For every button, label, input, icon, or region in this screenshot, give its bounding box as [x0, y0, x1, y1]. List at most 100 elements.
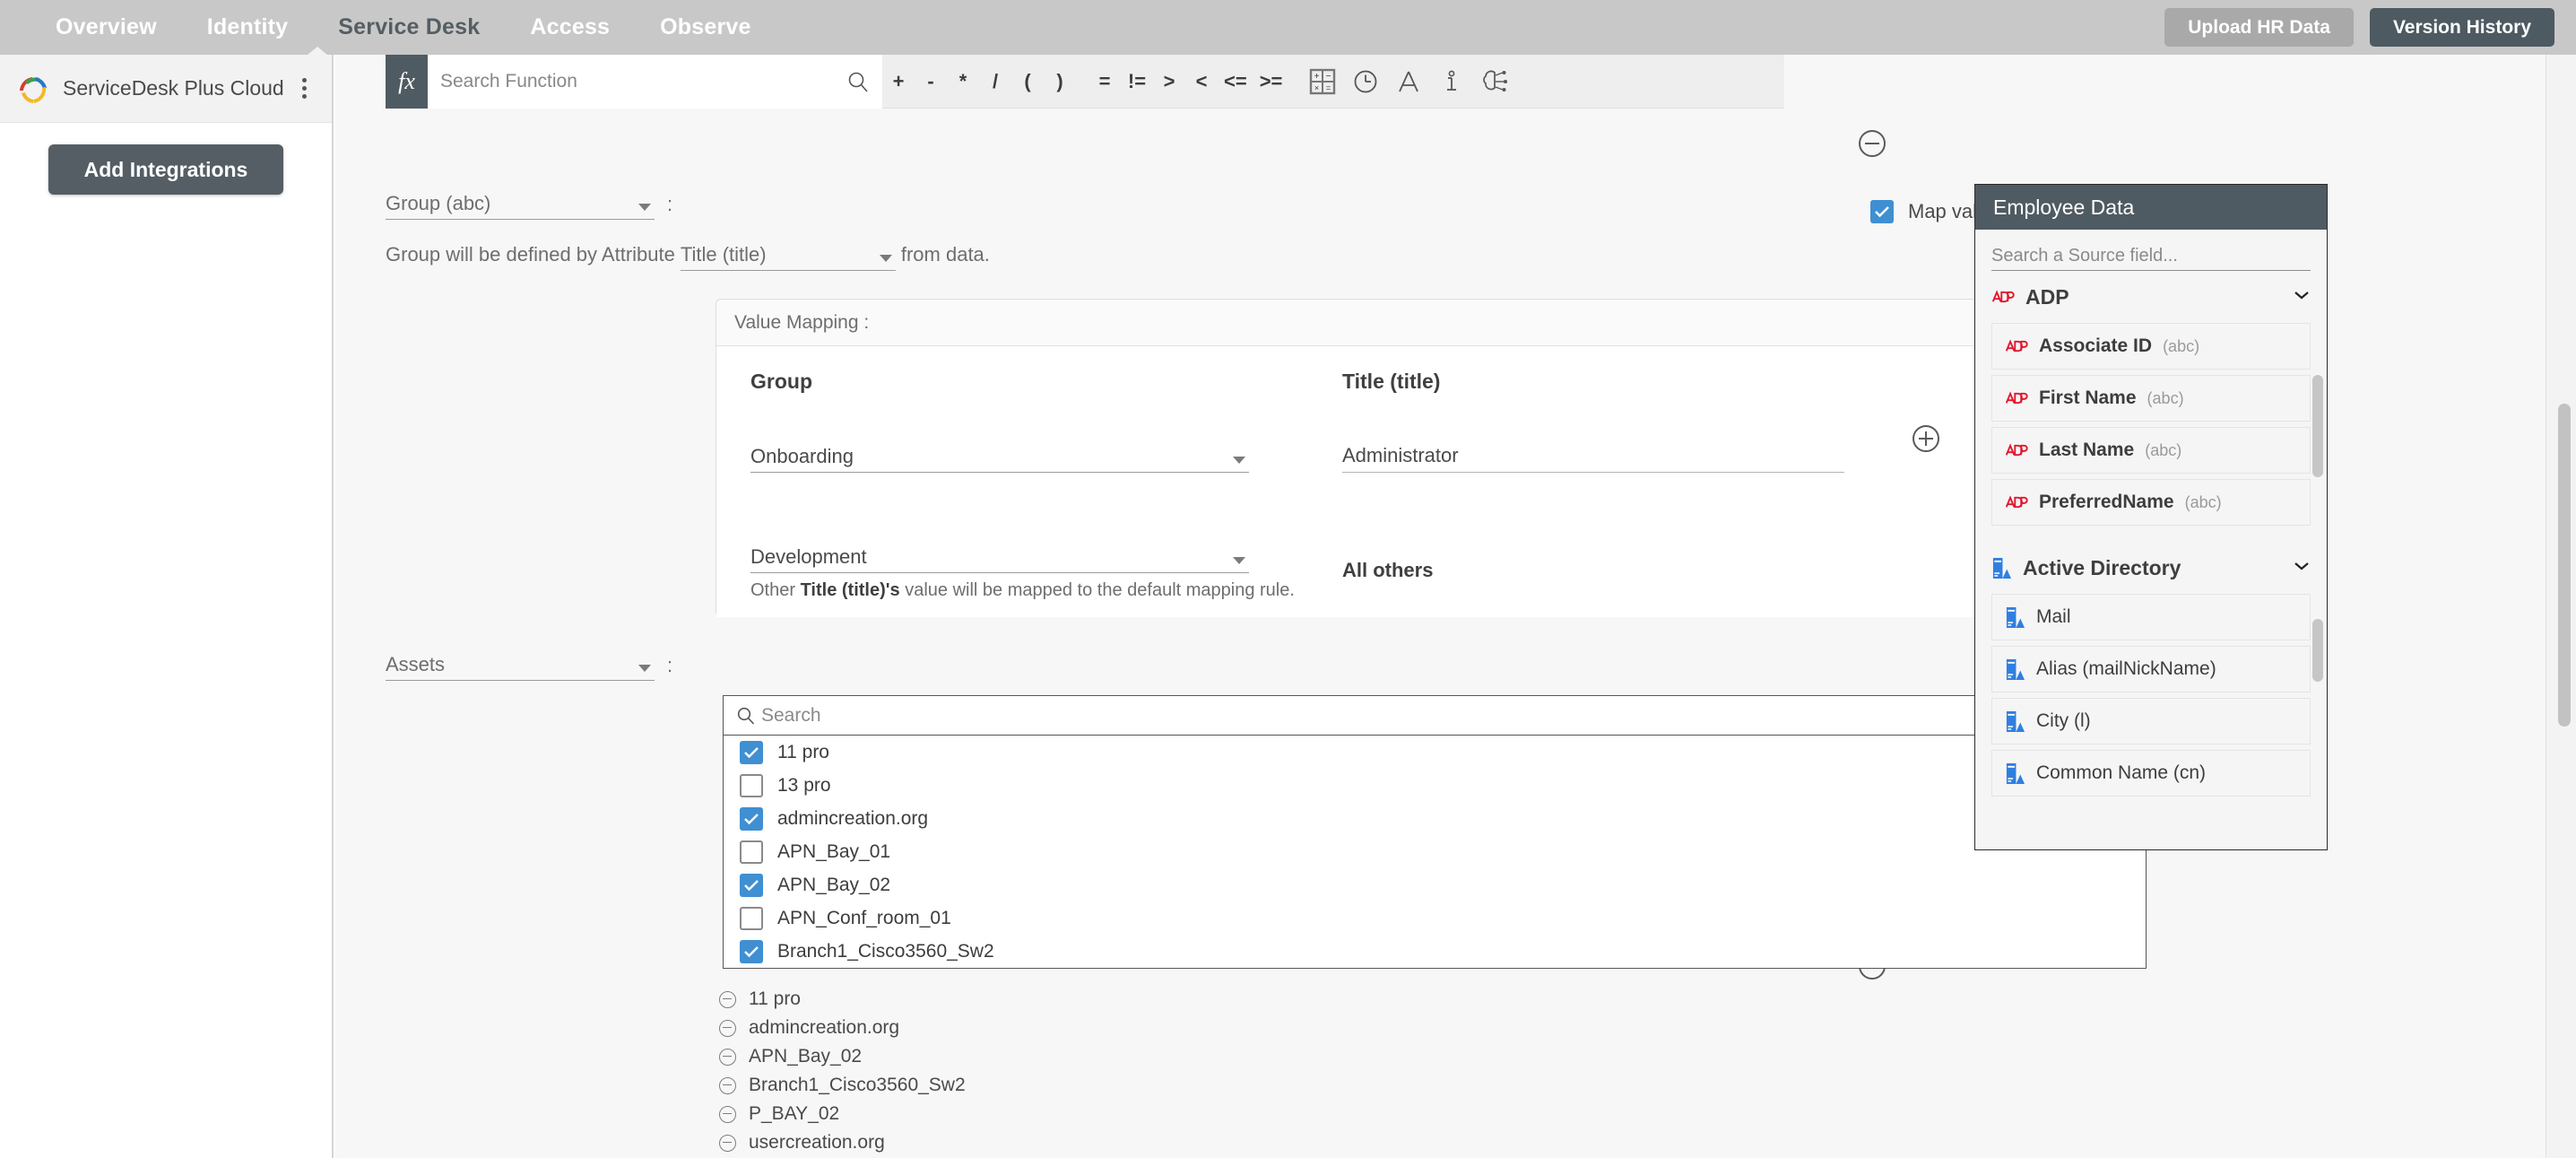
asset-option-item[interactable]: admincreation.org	[724, 802, 2146, 835]
nav-item-observe[interactable]: Observe	[635, 14, 776, 40]
asset-option-item[interactable]: APN_Bay_02	[724, 868, 2146, 901]
selected-asset-label: Branch1_Cisco3560_Sw2	[749, 1075, 966, 1095]
adp-group-scrollbar[interactable]	[2312, 375, 2323, 477]
value-mapping-group-select-2[interactable]: Development	[750, 541, 1249, 573]
source-field-alias[interactable]: Alias (mailNickName)	[1991, 646, 2311, 692]
operator-plus[interactable]: +	[882, 55, 915, 109]
assets-field-row: Assets :	[386, 649, 672, 681]
function-search-input[interactable]	[440, 70, 846, 92]
source-field-label: First Name	[2039, 387, 2137, 408]
operator-less-than[interactable]: <	[1185, 55, 1218, 109]
operator-greater-than[interactable]: >	[1153, 55, 1185, 109]
asset-option-checkbox[interactable]	[740, 939, 763, 963]
source-field-mail[interactable]: Mail	[1991, 594, 2311, 640]
operator-less-equal[interactable]: <=	[1218, 55, 1253, 109]
add-mapping-row-icon[interactable]	[1912, 425, 1939, 452]
operator-equals[interactable]: =	[1089, 55, 1121, 109]
remove-asset-icon[interactable]	[719, 1105, 736, 1123]
attribute-suffix-label: from data.	[900, 243, 990, 266]
app-options-kebab-icon[interactable]	[293, 73, 316, 104]
operator-not-equals[interactable]: !=	[1121, 55, 1153, 109]
asset-option-item[interactable]: APN_Conf_room_01	[724, 901, 2146, 935]
chevron-down-icon[interactable]	[2293, 560, 2311, 576]
asset-option-checkbox[interactable]	[740, 873, 763, 897]
remove-asset-icon[interactable]	[719, 1076, 736, 1094]
collapse-row-1-icon[interactable]	[1859, 130, 1886, 157]
nav-item-identity[interactable]: Identity	[182, 14, 314, 40]
value-mapping-group-select-1[interactable]: Onboarding	[750, 440, 1249, 473]
operator-greater-equal[interactable]: >=	[1253, 55, 1289, 109]
ai-brain-icon[interactable]	[1473, 55, 1516, 109]
clock-icon[interactable]	[1344, 55, 1387, 109]
nav-item-overview[interactable]: Overview	[30, 14, 182, 40]
remove-asset-icon[interactable]	[719, 1048, 736, 1066]
selected-asset-label: P_BAY_02	[749, 1103, 840, 1124]
assets-field-select[interactable]: Assets	[386, 649, 655, 681]
nav-item-access[interactable]: Access	[505, 14, 635, 40]
asset-option-item[interactable]: APN_Bay_01	[724, 835, 2146, 868]
source-field-city[interactable]: City (l)	[1991, 698, 2311, 744]
asset-option-label: Branch1_Cisco3560_Sw2	[777, 940, 994, 962]
value-mapping-row-2-group: Development	[750, 541, 1253, 573]
search-icon[interactable]	[736, 706, 756, 726]
remove-asset-icon[interactable]	[719, 1134, 736, 1152]
operator-divide[interactable]: /	[979, 55, 1011, 109]
svg-text:+: +	[1314, 72, 1320, 82]
value-mapping-left-column: Group Onboarding Development	[750, 370, 1253, 582]
upload-hr-data-button[interactable]: Upload HR Data	[2164, 8, 2354, 47]
servicedesk-app-card[interactable]: ServiceDesk Plus Cloud	[0, 55, 332, 123]
map-value-checkbox[interactable]	[1870, 200, 1894, 223]
version-history-button[interactable]: Version History	[2369, 8, 2554, 47]
asset-option-checkbox[interactable]	[740, 906, 763, 930]
chevron-down-icon	[1233, 457, 1245, 464]
operator-open-paren[interactable]: (	[1011, 55, 1044, 109]
calculator-icon[interactable]: + − × =	[1301, 55, 1344, 109]
value-mapping-group-value-2: Development	[750, 545, 867, 568]
assets-search-input[interactable]	[761, 704, 2133, 727]
value-mapping-note: Other Title (title)'s value will be mapp…	[750, 580, 1295, 601]
operator-minus[interactable]: -	[915, 55, 947, 109]
fx-icon[interactable]: fx	[386, 55, 428, 109]
info-icon[interactable]	[1430, 55, 1473, 109]
source-field-associate-id[interactable]: Associate ID (abc)	[1991, 323, 2311, 370]
add-integrations-button[interactable]: Add Integrations	[48, 144, 283, 195]
value-mapping-col-title-header: Title (title)	[1342, 370, 1441, 393]
selected-asset-label: admincreation.org	[749, 1017, 900, 1038]
source-field-last-name[interactable]: Last Name (abc)	[1991, 427, 2311, 474]
attribute-select[interactable]: Title (title)	[680, 239, 896, 271]
remove-asset-icon[interactable]	[719, 990, 736, 1008]
chevron-down-icon	[638, 204, 651, 211]
value-mapping-value-input-1[interactable]	[1342, 444, 1844, 472]
asset-option-label: 13 pro	[777, 774, 831, 796]
selected-asset-label: usercreation.org	[749, 1132, 885, 1153]
asset-option-checkbox[interactable]	[740, 840, 763, 864]
source-group-adp[interactable]: ADP	[1991, 271, 2311, 323]
remove-asset-icon[interactable]	[719, 1019, 736, 1037]
group-field-select-value: Group (abc)	[386, 192, 491, 214]
active-directory-icon	[1992, 557, 2012, 579]
svg-text:−: −	[1326, 72, 1331, 82]
asset-option-checkbox[interactable]	[740, 773, 763, 797]
source-field-first-name[interactable]: First Name (abc)	[1991, 375, 2311, 422]
active-directory-group-scrollbar[interactable]	[2312, 619, 2323, 682]
source-field-preferred-name[interactable]: PreferredName (abc)	[1991, 479, 2311, 526]
chevron-down-icon[interactable]	[2293, 289, 2311, 305]
page-scrollbar[interactable]	[2558, 404, 2571, 727]
source-field-common-name[interactable]: Common Name (cn)	[1991, 750, 2311, 797]
asset-option-item[interactable]: Branch1_Cisco3560_Sw2	[724, 935, 2146, 968]
nav-item-service-desk[interactable]: Service Desk	[313, 14, 505, 40]
asset-option-item[interactable]: 13 pro	[724, 769, 2146, 802]
search-icon[interactable]	[846, 70, 870, 93]
asset-option-label: APN_Conf_room_01	[777, 907, 951, 928]
asset-option-checkbox[interactable]	[740, 806, 763, 831]
group-field-select[interactable]: Group (abc)	[386, 187, 655, 220]
source-field-search-input[interactable]	[1991, 246, 2311, 270]
asset-option-checkbox[interactable]	[740, 740, 763, 764]
operator-multiply[interactable]: *	[947, 55, 979, 109]
source-group-active-directory[interactable]: Active Directory	[1991, 542, 2311, 594]
text-icon[interactable]	[1387, 55, 1430, 109]
operator-close-paren[interactable]: )	[1044, 55, 1076, 109]
value-mapping-header[interactable]: Value Mapping :	[716, 300, 2149, 346]
nav-items: Overview Identity Service Desk Access Ob…	[30, 14, 776, 40]
asset-option-item[interactable]: 11 pro	[724, 736, 2146, 769]
